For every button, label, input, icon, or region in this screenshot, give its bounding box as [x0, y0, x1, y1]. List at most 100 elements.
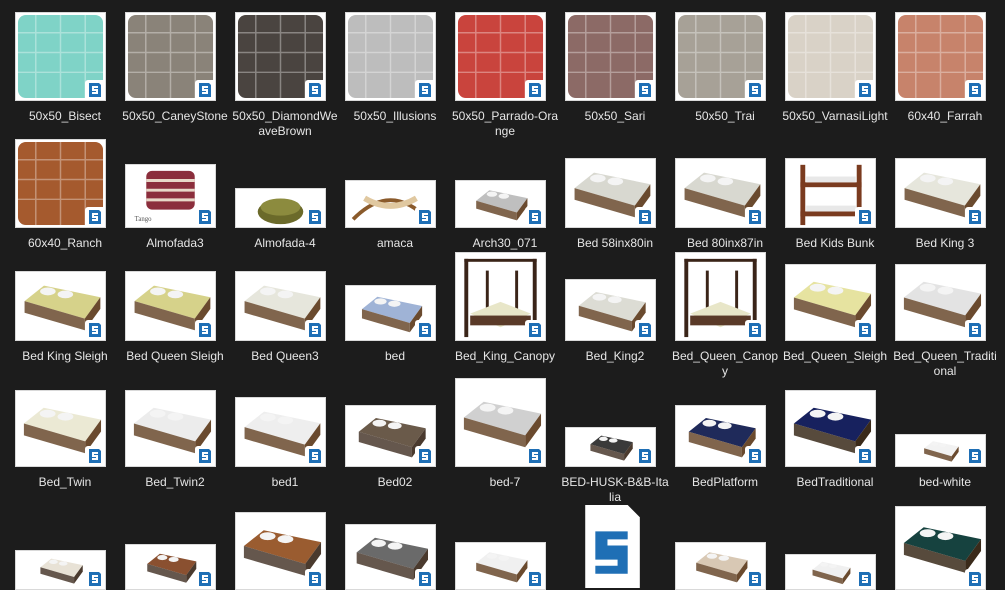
thumbnail-image: [455, 12, 546, 101]
thumbnail-image: [785, 554, 876, 590]
file-name: bed-7: [489, 475, 521, 489]
file-name: 50x50_Sari: [584, 109, 646, 123]
file-name: Bed_Twin2: [145, 475, 205, 489]
thumbnail-image: [15, 139, 106, 228]
sketchup-icon: [855, 207, 875, 227]
sketchup-icon: [85, 569, 105, 589]
thumbnail-image: Tango: [125, 164, 216, 228]
thumbnail-area: [10, 135, 120, 235]
thumbnail-image: [345, 524, 436, 590]
file-name: 50x50_Trai: [695, 109, 755, 123]
thumbnail-image: [675, 158, 766, 228]
thumbnail-area: Tango: [120, 135, 230, 235]
sketchup-icon: [855, 446, 875, 466]
thumbnail-area: [780, 497, 890, 590]
thumbnail-area: [340, 248, 450, 348]
sketchup-icon: [195, 446, 215, 466]
thumbnail-area: [340, 374, 450, 474]
thumbnail-image: [15, 12, 106, 101]
file-name: 50x50_Illusions: [353, 109, 437, 123]
file-name: 50x50_VarnasiLight: [782, 109, 888, 123]
thumbnail-area: [560, 374, 670, 474]
thumbnail-image: [675, 542, 766, 590]
thumbnail-image: [15, 271, 106, 341]
thumbnail-area: [120, 374, 230, 474]
thumbnail-area: [780, 8, 890, 108]
file-name: 50x50_CaneyStone: [122, 109, 228, 123]
sketchup-icon: [305, 446, 325, 466]
thumbnail-image: [895, 264, 986, 341]
thumbnail-area: [340, 135, 450, 235]
thumbnail-image: [895, 506, 986, 590]
file-name: 50x50_Bisect: [28, 109, 102, 123]
thumbnail-image: [235, 271, 326, 341]
thumbnail-area: [780, 374, 890, 474]
thumbnail-area: [120, 8, 230, 108]
thumbnail-area: [10, 374, 120, 474]
thumbnail-area: [120, 248, 230, 348]
thumbnail-area: [230, 135, 340, 235]
thumbnail-area: [340, 497, 450, 590]
thumbnail-area: [10, 8, 120, 108]
thumbnail-image: [345, 285, 436, 341]
thumbnail-area: [560, 248, 670, 348]
sketchup-icon: [195, 207, 215, 227]
thumbnail-image: [235, 188, 326, 228]
sketchup-icon: [525, 446, 545, 466]
thumbnail-image: [125, 271, 216, 341]
sketchup-icon: [195, 569, 215, 589]
sketchup-icon: [415, 320, 435, 340]
file-name: Bed Queen Sleigh: [126, 349, 224, 363]
thumbnail-area: [230, 497, 340, 590]
sketchup-icon: [745, 80, 765, 100]
thumbnail-area: [670, 374, 780, 474]
thumbnail-area: [890, 497, 1000, 590]
thumbnail-image: [895, 158, 986, 228]
thumbnail-image: [895, 434, 986, 467]
thumbnail-area: [890, 248, 1000, 348]
sketchup-icon: [525, 207, 545, 227]
file-name: BedPlatform: [691, 475, 759, 489]
thumbnail-image: [565, 12, 656, 101]
thumbnail-area: [890, 135, 1000, 235]
sketchup-icon: [745, 569, 765, 589]
thumbnail-image: [675, 405, 766, 467]
thumbnail-image: [125, 390, 216, 467]
sketchup-icon: [745, 320, 765, 340]
thumbnail-image: [455, 252, 546, 341]
file-name: Bed_King_Canopy: [454, 349, 556, 363]
thumbnail-image: [565, 158, 656, 228]
thumbnail-image: [675, 252, 766, 341]
thumbnail-area: [230, 8, 340, 108]
sketchup-icon: [965, 207, 985, 227]
thumbnail-area: [890, 8, 1000, 108]
file-name: bed1: [271, 475, 299, 489]
thumbnail-area: [450, 374, 560, 474]
thumbnail-area: [780, 248, 890, 348]
file-name: Bed King Sleigh: [22, 349, 108, 363]
thumbnail-image: [455, 542, 546, 590]
file-name: Bed02: [377, 475, 413, 489]
thumbnail-image: [895, 12, 986, 101]
sketchup-icon: [525, 320, 545, 340]
sketchup-icon: [305, 80, 325, 100]
thumbnail-area: [670, 8, 780, 108]
thumbnail-image: [675, 12, 766, 101]
sketchup-icon: [855, 80, 875, 100]
file-name: Bed_Queen_Sleigh: [782, 349, 888, 363]
thumbnail-area: [230, 374, 340, 474]
thumbnail-area: [780, 135, 890, 235]
sketchup-icon: [965, 446, 985, 466]
thumbnail-area: [560, 135, 670, 235]
sketchup-icon: [525, 569, 545, 589]
file-grid: 50x50_Bisect 50x50_CaneyStone 50x50_Diamon…: [0, 0, 1005, 590]
thumbnail-image: [15, 390, 106, 467]
thumbnail-area: [340, 8, 450, 108]
thumbnail-area: [450, 8, 560, 108]
file-name: 60x40_Farrah: [907, 109, 983, 123]
thumbnail-area: [890, 374, 1000, 474]
thumbnail-image: [785, 390, 876, 467]
sketchup-icon: [415, 446, 435, 466]
thumbnail-area: [450, 497, 560, 590]
sketchup-icon: [85, 80, 105, 100]
